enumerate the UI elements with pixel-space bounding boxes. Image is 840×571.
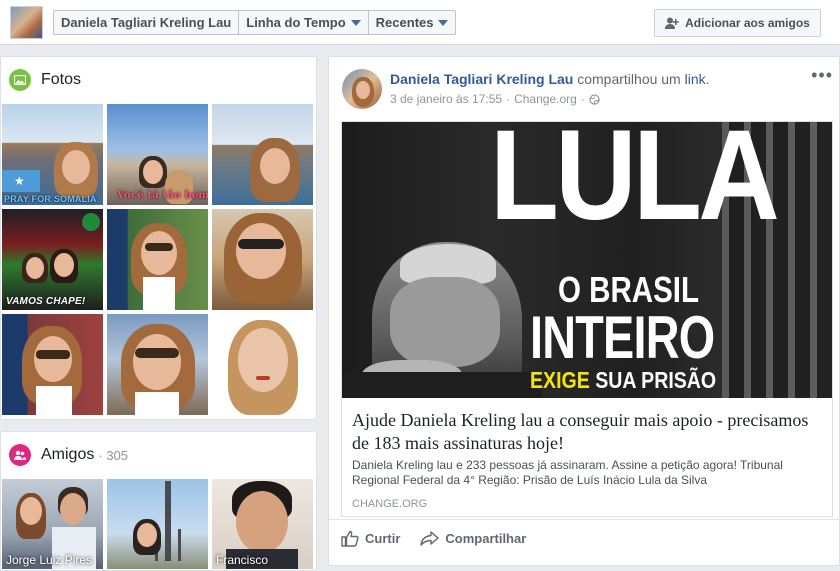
profile-name-button[interactable]: Daniela Tagliari Kreling Lau — [54, 11, 240, 34]
friends-count-value: 305 — [106, 447, 129, 463]
photos-grid: ★ PRAY FOR SOMALIA Você tá tão bem VAMOS… — [2, 104, 315, 415]
photo-thumbnail[interactable] — [2, 314, 103, 415]
photo-thumbnail[interactable] — [212, 104, 313, 205]
add-friend-label: Adicionar aos amigos — [685, 16, 810, 30]
post-header-text: Daniela Tagliari Kreling Lau compartilho… — [390, 71, 710, 87]
hero-text-exige-yellow: EXIGE — [530, 367, 590, 393]
share-label: Compartilhar — [445, 531, 527, 546]
friends-card: Amigos · 305 Jorge Luiz Pires Francisco — [0, 431, 317, 571]
photo-thumbnail[interactable] — [107, 209, 208, 310]
friend-name: Francisco — [216, 553, 269, 567]
photo-thumbnail[interactable] — [212, 314, 313, 415]
hero-text-inteiro: INTEIRO — [530, 304, 715, 371]
profile-name-label: Daniela Tagliari Kreling Lau — [61, 15, 232, 30]
timeline-label: Linha do Tempo — [246, 15, 346, 30]
timeline-dropdown-button[interactable]: Linha do Tempo — [239, 11, 369, 34]
hero-text-prisao: SUA PRISÃO — [595, 367, 717, 393]
period: . — [705, 71, 710, 87]
hero-text-lula: LULA — [490, 122, 780, 247]
timeline-post: Daniela Tagliari Kreling Lau compartilho… — [328, 56, 840, 566]
share-image[interactable]: LULA O BRASIL INTEIRO EXIGE SUA PRISÃO — [342, 122, 832, 398]
hero-text-brasil: O BRASIL — [558, 269, 700, 310]
friends-header[interactable]: Amigos · 305 — [1, 432, 316, 478]
profile-avatar-thumbnail[interactable] — [10, 6, 43, 39]
profile-nav-group: Daniela Tagliari Kreling Lau Linha do Te… — [53, 10, 457, 35]
post-author-avatar[interactable] — [342, 69, 382, 109]
add-friend-icon — [665, 17, 679, 29]
photos-icon — [9, 69, 31, 91]
friends-title: Amigos — [41, 446, 95, 463]
like-label: Curtir — [365, 531, 401, 546]
recent-dropdown-button[interactable]: Recentes — [369, 11, 456, 34]
post-link-word[interactable]: link — [685, 71, 706, 87]
thumbs-up-icon — [341, 530, 359, 547]
post-meta: 3 de janeiro às 17:55 · Change.org · — [390, 92, 600, 106]
friends-icon — [9, 444, 31, 466]
post-date[interactable]: 3 de janeiro às 17:55 — [390, 92, 502, 106]
photo-thumbnail[interactable] — [212, 209, 313, 310]
photo-thumbnail[interactable]: ★ PRAY FOR SOMALIA — [2, 104, 103, 205]
more-options-icon[interactable]: ••• — [811, 65, 833, 86]
share-description: Daniela Kreling lau e 233 pessoas já ass… — [352, 458, 783, 487]
photos-header[interactable]: Fotos — [1, 57, 316, 103]
hero-text-exige: EXIGE SUA PRISÃO — [530, 369, 716, 392]
recent-label: Recentes — [375, 15, 434, 30]
separator: · — [506, 92, 511, 106]
photos-card: Fotos ★ PRAY FOR SOMALIA Você tá tão bem — [0, 56, 317, 420]
separator: · — [580, 92, 585, 106]
friend-tile[interactable]: Jorge Luiz Pires — [2, 479, 103, 569]
share-button[interactable]: Compartilhar — [420, 531, 526, 546]
photos-title: Fotos — [41, 71, 82, 88]
photo-thumbnail[interactable]: Você tá tão bem — [107, 104, 208, 205]
friend-tile[interactable] — [107, 479, 208, 569]
chevron-down-icon — [438, 19, 449, 26]
profile-topbar: Daniela Tagliari Kreling Lau Linha do Te… — [0, 0, 840, 45]
post-actions: Curtir Compartilhar — [329, 519, 839, 557]
link-share-preview[interactable]: LULA O BRASIL INTEIRO EXIGE SUA PRISÃO A… — [341, 121, 833, 517]
photo-thumbnail[interactable]: VAMOS CHAPE! — [2, 209, 103, 310]
friend-tile[interactable]: Francisco — [212, 479, 313, 569]
friends-count: · 305 — [98, 447, 129, 463]
friends-grid: Jorge Luiz Pires Francisco — [2, 479, 313, 569]
photo-caption: PRAY FOR SOMALIA — [4, 194, 97, 204]
post-source[interactable]: Change.org — [514, 92, 577, 106]
like-button[interactable]: Curtir — [341, 530, 400, 547]
add-friend-button[interactable]: Adicionar aos amigos — [654, 9, 821, 37]
share-domain: CHANGE.ORG — [352, 498, 428, 510]
photo-caption: Você tá tão bem — [117, 190, 208, 201]
share-title[interactable]: Ajude Daniela Kreling lau a conseguir ma… — [352, 409, 822, 455]
post-action-text: compartilhou um — [577, 71, 681, 87]
post-author-link[interactable]: Daniela Tagliari Kreling Lau — [390, 71, 573, 87]
photo-caption: VAMOS CHAPE! — [6, 296, 86, 307]
share-arrow-icon — [420, 531, 440, 546]
friend-name: Jorge Luiz Pires — [6, 553, 93, 567]
photo-thumbnail[interactable] — [107, 314, 208, 415]
chevron-down-icon — [350, 19, 361, 26]
globe-icon — [589, 93, 600, 105]
